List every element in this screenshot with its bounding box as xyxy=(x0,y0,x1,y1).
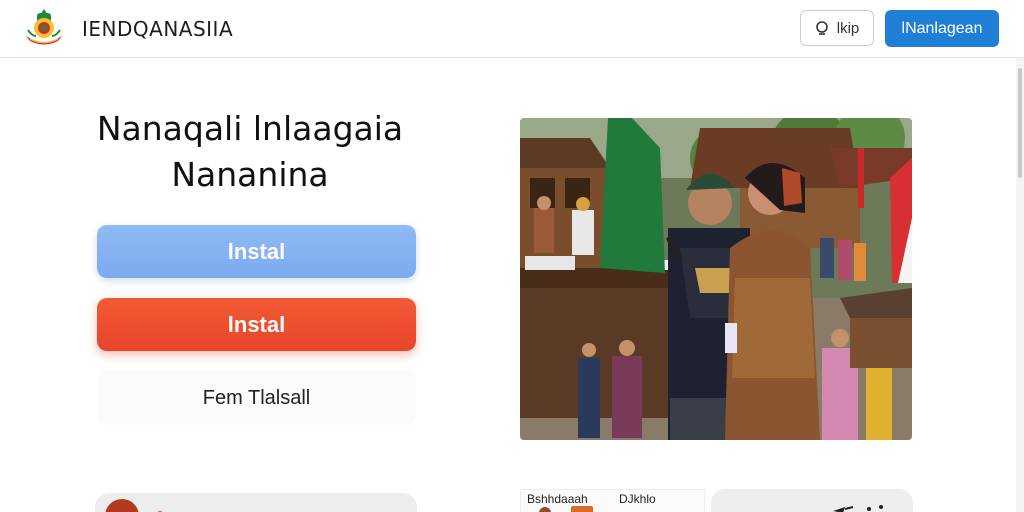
hero-title-line-1: Nanaqali lnlaagaia xyxy=(96,109,404,148)
emblem-logo[interactable] xyxy=(22,6,66,50)
news-date: DJkhlo xyxy=(619,492,656,506)
feature-card[interactable] xyxy=(95,493,417,512)
help-button-label: lkip xyxy=(836,19,860,37)
brand-name[interactable]: IENDQANASIIA xyxy=(82,17,233,41)
login-button[interactable]: lNanlagean xyxy=(885,10,999,47)
scrollbar[interactable] xyxy=(1016,58,1024,512)
avatar xyxy=(105,499,139,512)
secondary-install-button[interactable]: lnstal xyxy=(97,298,416,351)
hero-photo xyxy=(520,118,912,440)
search-icon xyxy=(815,21,828,35)
free-trial-link[interactable]: Fem Tlalsall xyxy=(97,370,416,426)
news-source: Bshhdaaah xyxy=(527,492,588,506)
hero-title-line-2: Nananina xyxy=(171,155,329,194)
arrow-icon xyxy=(833,505,883,512)
hero-title: Nanaqali lnlaagaia Nananina xyxy=(60,106,440,198)
news-strip[interactable]: Bshhdaaah DJkhlo xyxy=(520,489,705,512)
action-card[interactable] xyxy=(711,489,913,512)
primary-install-button[interactable]: lnstal xyxy=(97,225,416,278)
scrollbar-thumb[interactable] xyxy=(1018,68,1022,178)
top-navigation-bar: IENDQANASIIA lkip lNanlagean xyxy=(0,0,1024,58)
help-button[interactable]: lkip xyxy=(800,10,874,46)
news-thumbnail xyxy=(571,506,593,512)
news-thumbnail xyxy=(539,507,551,512)
